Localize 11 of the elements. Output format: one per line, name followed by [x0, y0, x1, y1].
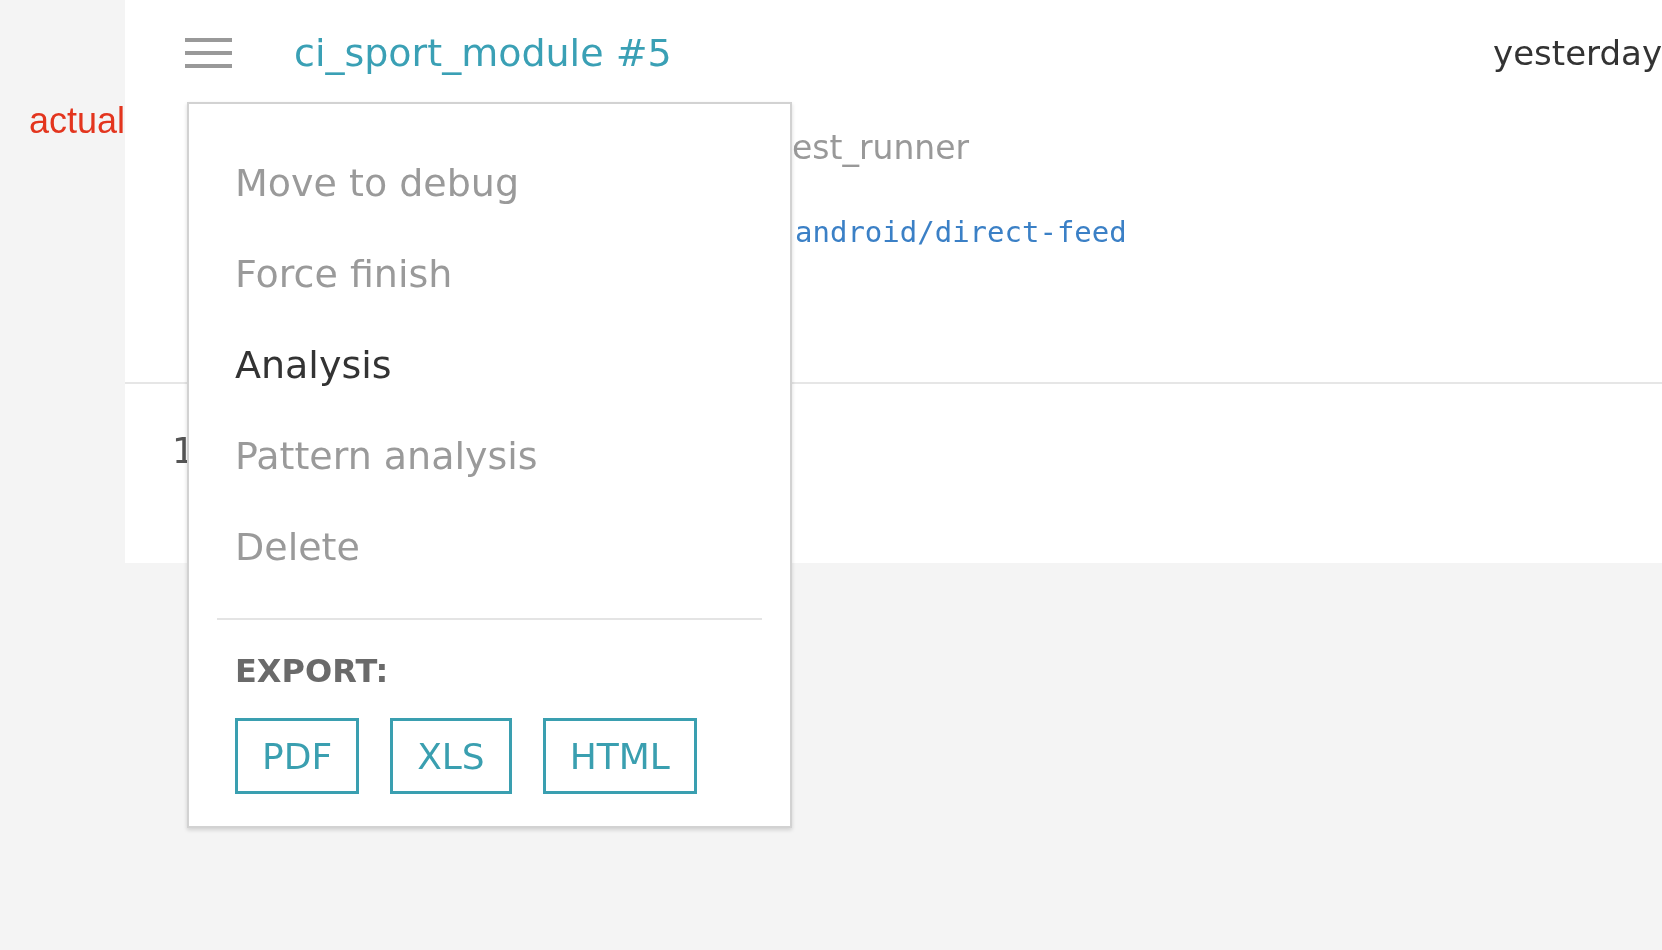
branch-link[interactable]: android/direct-feed	[795, 215, 1127, 249]
annotation-label: actual	[28, 100, 125, 143]
export-label: EXPORT:	[235, 652, 389, 690]
export-button[interactable]: PDF	[235, 718, 360, 794]
export-button[interactable]: XLS	[390, 718, 512, 794]
export-button[interactable]: HTML	[542, 718, 697, 794]
run-title-link[interactable]: ci_sport_module #5	[294, 31, 672, 75]
menu-item[interactable]: Analysis	[217, 320, 392, 411]
menu-icon[interactable]	[185, 38, 232, 68]
runner-name: est_runner	[792, 128, 970, 167]
run-time: yesterday	[1493, 33, 1662, 73]
